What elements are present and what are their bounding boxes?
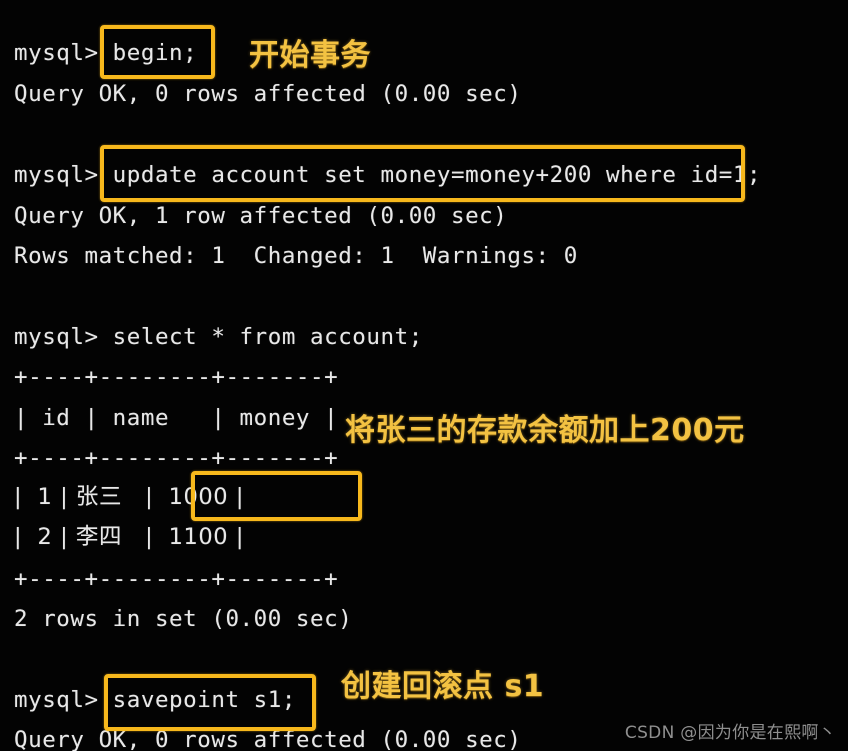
terminal-line: mysql> select * from account; bbox=[14, 324, 423, 350]
update-statement-box bbox=[100, 145, 745, 202]
table-separator-top: +----+--------+-------+ bbox=[14, 364, 339, 390]
begin-statement-box bbox=[100, 25, 215, 79]
begin-annotation: 开始事务 bbox=[249, 38, 371, 73]
table-row: | 2 | 李四 | 1100 | bbox=[14, 524, 244, 550]
terminal-output: mysql> begin; Query OK, 0 rows affected … bbox=[14, 0, 848, 751]
money-annotation: 将张三的存款余额加上200元 bbox=[345, 413, 745, 448]
terminal-screenshot: mysql> begin; Query OK, 0 rows affected … bbox=[0, 0, 848, 751]
savepoint-statement-box bbox=[104, 674, 316, 731]
money-value-box bbox=[191, 471, 362, 521]
table-separator-bottom: +----+--------+-------+ bbox=[14, 566, 339, 592]
table-separator-mid: +----+--------+-------+ bbox=[14, 445, 339, 471]
table-header-row: | id | name | money | bbox=[14, 405, 339, 431]
savepoint-annotation: 创建回滚点 s1 bbox=[341, 669, 545, 704]
terminal-line: Query OK, 1 row affected (0.00 sec) bbox=[14, 203, 508, 229]
terminal-line: Rows matched: 1 Changed: 1 Warnings: 0 bbox=[14, 243, 578, 269]
table-footer: 2 rows in set (0.00 sec) bbox=[14, 606, 353, 632]
terminal-line: Query OK, 0 rows affected (0.00 sec) bbox=[14, 81, 522, 107]
csdn-watermark: CSDN @因为你是在熙啊丶 bbox=[624, 723, 836, 743]
